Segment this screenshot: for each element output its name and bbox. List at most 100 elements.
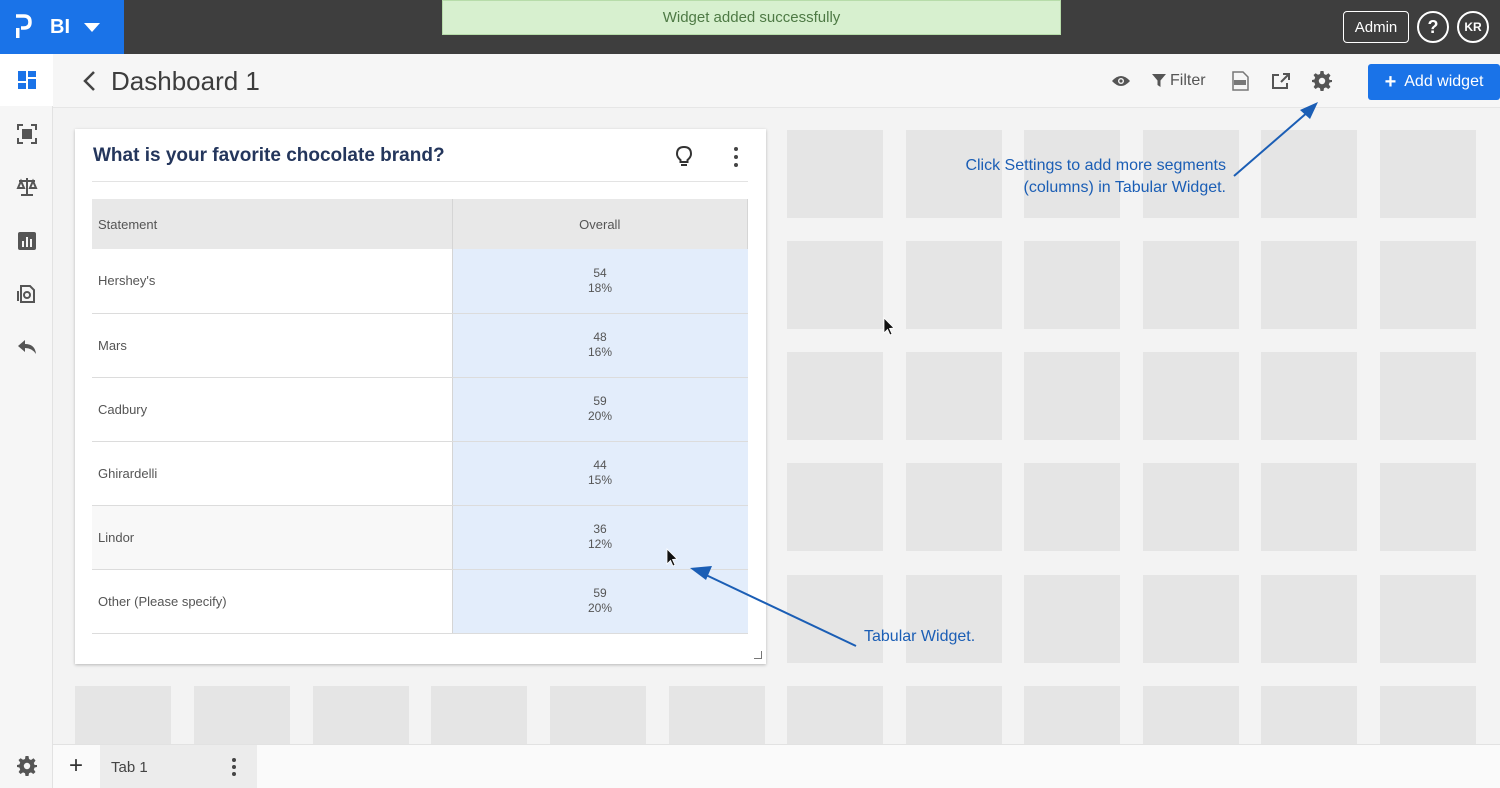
grid-placeholder[interactable]	[787, 241, 883, 329]
grid-placeholder[interactable]	[1380, 575, 1476, 663]
grid-placeholder[interactable]	[787, 463, 883, 551]
logo-icon	[0, 0, 46, 54]
app-name: BI	[50, 15, 70, 38]
grid-placeholder[interactable]	[194, 686, 290, 744]
grid-placeholder[interactable]	[1261, 130, 1357, 218]
grid-placeholder[interactable]	[1143, 463, 1239, 551]
grid-placeholder[interactable]	[1380, 130, 1476, 218]
sidebar-item-reports[interactable]	[0, 268, 53, 320]
divider	[92, 181, 748, 182]
row-statement: Lindor	[92, 505, 453, 570]
widget-title: What is your favorite chocolate brand?	[93, 145, 445, 166]
add-tab-button[interactable]: +	[65, 754, 87, 779]
row-count: 59	[593, 586, 607, 600]
sidebar-item-dashboard[interactable]	[0, 54, 53, 106]
sidebar-item-compare[interactable]	[0, 161, 53, 213]
grid-placeholder[interactable]	[1261, 463, 1357, 551]
grid-placeholder[interactable]	[906, 352, 1002, 440]
admin-button[interactable]: Admin	[1343, 11, 1409, 43]
data-table: Statement Overall Hershey's 54 18% Mars 4…	[92, 199, 748, 634]
grid-placeholder[interactable]	[1261, 352, 1357, 440]
insight-button[interactable]	[675, 145, 697, 169]
filter-label: Filter	[1170, 72, 1206, 89]
grid-placeholder[interactable]	[431, 686, 527, 744]
tab-more-menu[interactable]	[230, 757, 238, 777]
grid-placeholder[interactable]	[906, 241, 1002, 329]
dashboard-header: Dashboard 1 Filter + Add widget	[53, 54, 1500, 108]
report-icon	[16, 285, 35, 303]
grid-placeholder[interactable]	[787, 130, 883, 218]
preview-button[interactable]	[1110, 69, 1132, 93]
grid-placeholder[interactable]	[1380, 463, 1476, 551]
row-count: 36	[593, 522, 607, 536]
grid-placeholder[interactable]	[669, 686, 765, 744]
grid-placeholder[interactable]	[1380, 241, 1476, 329]
gear-icon	[1312, 71, 1332, 91]
grid-placeholder[interactable]	[1143, 575, 1239, 663]
grid-placeholder[interactable]	[1024, 686, 1120, 744]
grid-placeholder[interactable]	[1143, 352, 1239, 440]
row-count: 48	[593, 330, 607, 344]
grid-placeholder[interactable]	[313, 686, 409, 744]
add-widget-label: Add widget	[1404, 73, 1484, 90]
widget-more-menu[interactable]	[729, 145, 743, 169]
help-button[interactable]: ?	[1417, 11, 1449, 43]
grid-placeholder[interactable]	[1380, 686, 1476, 744]
sidebar-item-back[interactable]	[0, 321, 53, 373]
dashboard-icon	[17, 71, 36, 89]
grid-placeholder[interactable]	[787, 686, 883, 744]
grid-placeholder[interactable]	[1380, 352, 1476, 440]
caret-down-icon[interactable]	[84, 22, 100, 32]
grid-placeholder[interactable]	[1024, 575, 1120, 663]
grid-placeholder[interactable]	[1024, 463, 1120, 551]
grid-placeholder[interactable]	[787, 352, 883, 440]
bar-chart-icon	[17, 232, 36, 250]
table-row: Lindor 36 12%	[92, 505, 748, 570]
grid-placeholder[interactable]	[550, 686, 646, 744]
row-value: 44 15%	[452, 441, 748, 506]
settings-annotation-line1: Click Settings to add more segments	[965, 157, 1226, 174]
grid-placeholder[interactable]	[787, 575, 883, 663]
grid-placeholder[interactable]	[906, 686, 1002, 744]
grid-placeholder[interactable]	[1143, 241, 1239, 329]
page-title: Dashboard 1	[111, 66, 260, 96]
row-statement: Other (Please specify)	[92, 569, 453, 634]
scan-icon	[16, 124, 37, 144]
grid-placeholder[interactable]	[1024, 241, 1120, 329]
user-avatar[interactable]: KR	[1457, 11, 1489, 43]
sidebar-item-scan[interactable]	[0, 108, 53, 160]
grid-placeholder[interactable]	[1024, 352, 1120, 440]
filter-button[interactable]: Filter	[1152, 69, 1206, 93]
row-statement: Ghirardelli	[92, 441, 453, 506]
add-widget-button[interactable]: + Add widget	[1368, 64, 1500, 100]
column-header-overall[interactable]: Overall	[452, 199, 748, 249]
grid-placeholder[interactable]	[1143, 686, 1239, 744]
row-statement: Cadbury	[92, 377, 453, 442]
grid-placeholder[interactable]	[1261, 241, 1357, 329]
share-button[interactable]	[1270, 69, 1292, 93]
app-switcher[interactable]: BI	[0, 0, 124, 54]
grid-placeholder[interactable]	[1261, 575, 1357, 663]
table-row: Cadbury 59 20%	[92, 377, 748, 442]
back-button[interactable]	[77, 68, 101, 94]
grid-placeholder[interactable]	[1261, 686, 1357, 744]
share-icon	[1272, 73, 1290, 89]
column-header-statement[interactable]: Statement	[92, 199, 453, 249]
grid-placeholder[interactable]	[75, 686, 171, 744]
row-value: 59 20%	[452, 377, 748, 442]
settings-button[interactable]	[1311, 69, 1333, 93]
grid-placeholder[interactable]	[906, 463, 1002, 551]
app-settings-button[interactable]	[0, 744, 53, 788]
row-count: 44	[593, 458, 607, 472]
lightbulb-icon	[675, 145, 693, 166]
balance-scale-icon	[15, 178, 38, 196]
tab-1[interactable]: Tab 1	[100, 745, 257, 788]
row-statement: Hershey's	[92, 249, 453, 314]
row-statement: Mars	[92, 313, 453, 378]
grid-placeholder[interactable]	[906, 575, 1002, 663]
settings-annotation: Click Settings to add more segments (col…	[944, 155, 1226, 199]
resize-handle[interactable]	[754, 651, 762, 659]
sidebar-item-charts[interactable]	[0, 215, 53, 267]
tabular-widget[interactable]: What is your favorite chocolate brand? S…	[75, 129, 766, 664]
export-pdf-button[interactable]	[1229, 69, 1251, 93]
